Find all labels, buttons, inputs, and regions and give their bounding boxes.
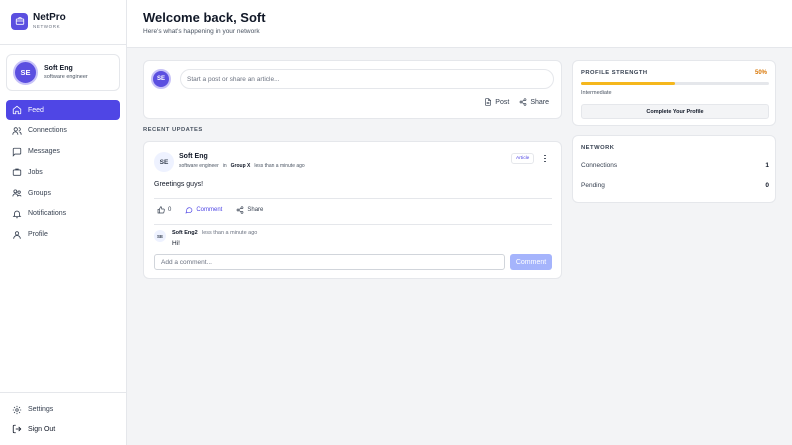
groups-icon xyxy=(12,188,22,198)
briefcase-logo-icon xyxy=(11,12,28,30)
sidebar-item-label: Notifications xyxy=(28,210,67,218)
connections-label: Connections xyxy=(581,162,618,169)
brand-name: NetPro xyxy=(33,12,66,23)
divider xyxy=(154,224,552,225)
profile-strength-card: PROFILE STRENGTH 50% Intermediate Comple… xyxy=(572,60,776,126)
users-icon xyxy=(12,126,22,136)
complete-profile-button[interactable]: Complete Your Profile xyxy=(581,104,769,119)
post-in-label: in xyxy=(222,163,227,169)
share-post-label: Share xyxy=(247,207,264,213)
like-button[interactable]: 0 xyxy=(157,206,171,214)
sidebar-item-label: Sign Out xyxy=(28,425,56,433)
post-type-badge: Article xyxy=(511,153,535,164)
submit-comment-button[interactable]: Comment xyxy=(510,254,552,270)
connections-count: 1 xyxy=(765,162,769,169)
post-composer: SE Start a post or share an article... P… xyxy=(143,60,562,119)
section-label: RECENT UPDATES xyxy=(143,127,203,133)
like-count: 0 xyxy=(168,207,172,213)
profile-role: software engineer xyxy=(44,74,88,80)
comment-button[interactable]: Comment xyxy=(185,206,222,214)
strength-level: Intermediate xyxy=(581,90,612,96)
brand-subtitle: NETWORK xyxy=(33,24,61,29)
sidebar-item-label: Groups xyxy=(28,189,51,197)
post-input[interactable]: Start a post or share an article... xyxy=(180,69,554,89)
connections-row[interactable]: Connections 1 xyxy=(581,162,769,169)
sidebar-item-notifications[interactable]: Notifications xyxy=(6,204,120,224)
sign-out-icon xyxy=(12,424,22,434)
comment-time: less than a minute ago xyxy=(202,230,258,236)
sidebar-item-messages[interactable]: Messages xyxy=(6,142,120,162)
progress-bar xyxy=(581,82,769,85)
share-icon xyxy=(237,206,244,214)
comment-icon xyxy=(185,207,193,214)
post-button-label: Post xyxy=(495,98,510,106)
network-card: NETWORK Connections 1 Pending 0 xyxy=(572,135,776,203)
page-subtitle: Here's what's happening in your network xyxy=(143,28,260,35)
avatar: SE xyxy=(151,69,171,89)
pending-row[interactable]: Pending 0 xyxy=(581,182,769,189)
home-icon xyxy=(12,105,22,115)
post-group-link[interactable]: Group X xyxy=(231,163,251,169)
post-author[interactable]: Soft Eng xyxy=(179,153,208,160)
card-title: NETWORK xyxy=(581,145,615,151)
profile-name: Soft Eng xyxy=(44,65,73,72)
sidebar-item-label: Profile xyxy=(28,231,48,239)
pending-count: 0 xyxy=(765,182,769,189)
sidebar-item-label: Messages xyxy=(28,148,60,156)
comment-text: Hi! xyxy=(172,240,180,247)
sidebar-item-label: Connections xyxy=(28,127,67,135)
sidebar-item-settings[interactable]: Settings xyxy=(6,400,120,419)
divider xyxy=(154,198,552,199)
user-icon xyxy=(12,230,22,240)
thumbs-up-icon xyxy=(157,206,165,214)
sidebar-item-label: Jobs xyxy=(28,168,43,176)
page-header: Welcome back, Soft Here's what's happeni… xyxy=(127,0,792,48)
document-icon xyxy=(485,98,492,106)
sidebar-bottom: Settings Sign Out xyxy=(6,400,120,440)
divider xyxy=(0,392,127,393)
gear-icon xyxy=(12,405,22,415)
post-time: less than a minute ago xyxy=(254,163,305,169)
comment-author[interactable]: Soft Eng2 xyxy=(172,230,198,236)
card-title: PROFILE STRENGTH xyxy=(581,70,648,76)
share-button[interactable]: Share xyxy=(519,98,549,106)
sidebar-item-label: Feed xyxy=(28,106,44,114)
avatar: SE xyxy=(154,230,166,242)
sidebar-item-connections[interactable]: Connections xyxy=(6,121,120,141)
sidebar-item-profile[interactable]: Profile xyxy=(6,225,120,245)
bell-icon xyxy=(12,209,22,219)
share-post-button[interactable]: Share xyxy=(236,206,263,214)
sidebar-item-label: Settings xyxy=(28,406,54,413)
avatar: SE xyxy=(154,152,174,172)
share-icon xyxy=(519,98,527,106)
post-button[interactable]: Post xyxy=(484,98,509,106)
post-body: Greetings guys! xyxy=(154,181,204,188)
sidebar: NetPro NETWORK SE Soft Eng software engi… xyxy=(0,0,127,445)
avatar: SE xyxy=(13,60,38,85)
post-author-role: software engineer xyxy=(179,163,219,169)
sidebar-nav: Feed Connections Messages Jobs Groups No… xyxy=(6,100,120,246)
more-options-icon[interactable] xyxy=(541,153,549,164)
page-title: Welcome back, Soft xyxy=(143,10,266,25)
comment-button-label: Comment xyxy=(196,207,223,213)
sidebar-item-jobs[interactable]: Jobs xyxy=(6,162,120,182)
sidebar-item-sign-out[interactable]: Sign Out xyxy=(6,420,120,439)
profile-card[interactable]: SE Soft Eng software engineer xyxy=(6,54,120,91)
feed-post: SE Soft Eng software engineer in Group X… xyxy=(143,141,562,279)
sidebar-item-groups[interactable]: Groups xyxy=(6,183,120,203)
progress-fill xyxy=(581,82,675,85)
strength-percent: 50% xyxy=(754,70,767,76)
share-button-label: Share xyxy=(530,98,549,106)
post-meta: software engineer in Group X less than a… xyxy=(179,163,305,169)
brand[interactable]: NetPro NETWORK xyxy=(11,12,66,30)
divider xyxy=(0,44,127,45)
pending-label: Pending xyxy=(581,182,605,189)
message-icon xyxy=(12,147,22,157)
comment-input[interactable]: Add a comment... xyxy=(154,254,505,270)
sidebar-item-feed[interactable]: Feed xyxy=(6,100,120,120)
briefcase-icon xyxy=(12,167,22,177)
